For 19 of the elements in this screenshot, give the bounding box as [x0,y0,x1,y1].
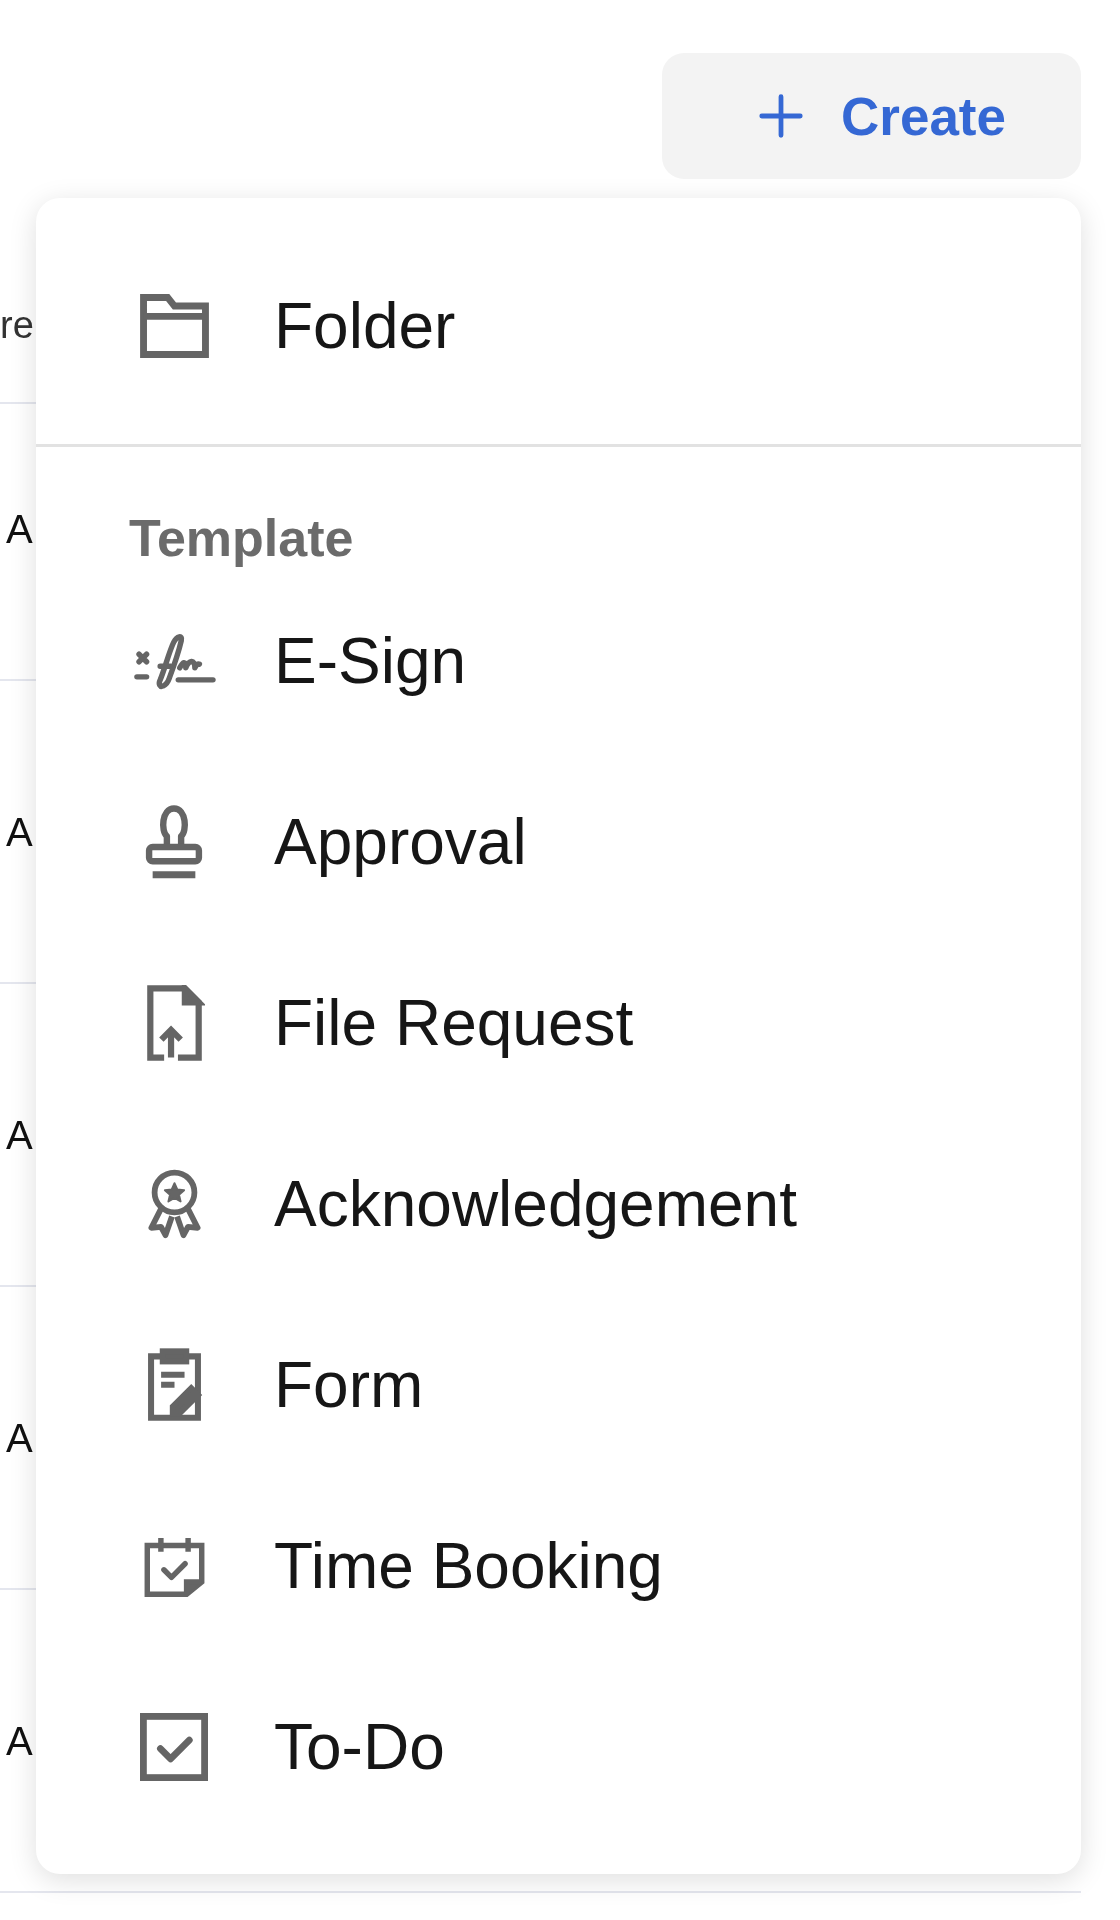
table-header-cell: re [0,306,34,344]
check-square-icon [140,1712,208,1781]
table-cell: A [6,811,33,852]
menu-item[interactable]: Acknowledgement [36,1113,1081,1294]
menu-item[interactable]: E-Sign [36,570,1081,751]
table-cell: A [6,1417,33,1458]
menu-item[interactable]: File Request [36,932,1081,1113]
table-cell: A [6,1114,33,1155]
table-cell: A [6,1720,33,1761]
table-cell: A [6,508,33,549]
menu-item[interactable]: To-Do [36,1656,1081,1837]
plus-icon [759,94,803,138]
menu-item[interactable]: Form [36,1294,1081,1475]
menu-item[interactable]: Time Booking [36,1475,1081,1656]
menu-item[interactable]: Approval [36,751,1081,932]
folder-icon [139,294,209,358]
stamp-icon [144,804,204,879]
menu-item[interactable]: Folder [36,208,1081,444]
create-button[interactable]: Create [662,53,1081,179]
